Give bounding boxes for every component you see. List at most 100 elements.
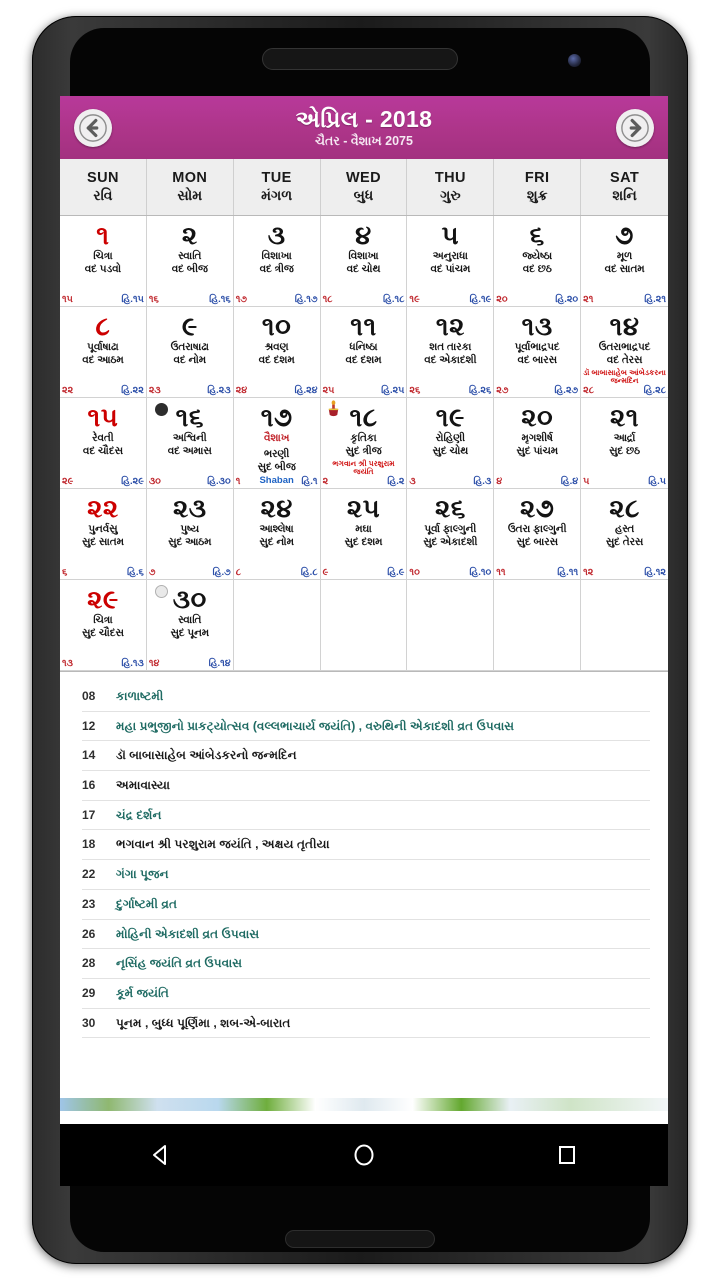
full-moon-icon <box>154 585 168 598</box>
corner-left-number: ૩૦ <box>148 476 161 487</box>
event-row[interactable]: 12 મહા પ્રભુજીનો પ્રાકટ્યોત્સવ (વલ્લભાચાર… <box>82 712 650 742</box>
calendar-day-cell[interactable]: ૨ સ્વાતિ વદ બીજ ૧૬ હિ.૧૬ <box>146 216 234 307</box>
photo-strip <box>60 1098 668 1111</box>
calendar-day-cell[interactable]: ૨૫ મઘા સુદ દશમ ૯ હિ.૯ <box>320 489 408 580</box>
calendar-day-cell[interactable]: ૨૩ પુષ્ય સુદ આઠમ ૭ હિ.૭ <box>146 489 234 580</box>
corner-left-number: ૫ <box>583 476 590 487</box>
corner-left-number: ૨૫ <box>322 385 335 396</box>
event-description: કૂર્મ જયંતિ <box>116 985 169 1000</box>
nakshatra-label: પુષ્ય <box>180 524 200 535</box>
calendar-day-cell[interactable]: ૧૮ કૃતિકા સુદ ત્રીજ ભગવાન શ્રી પરશુરામ જયંત… <box>320 398 408 489</box>
day-number: ૮ <box>95 311 111 341</box>
tithi-label: સુદ ત્રીજ <box>345 445 382 457</box>
calendar-day-cell[interactable]: ૪ વિશાખા વદ ચોથ ૧૮ હિ.૧૮ <box>320 216 408 307</box>
new-moon-icon <box>154 403 168 416</box>
nakshatra-label: ચિત્રા <box>93 251 113 262</box>
calendar-day-cell[interactable]: ૯ ઉતરાષાઢા વદ નોમ ૨૩ હિ.૨૩ <box>146 307 234 398</box>
tithi-label: સુદ ચોથ <box>432 445 469 457</box>
calendar-day-cell[interactable]: ૧૦ શ્રવણ વદ દશમ ૨૪ હિ.૨૪ <box>233 307 321 398</box>
nakshatra-label: શત તારકા <box>429 342 472 353</box>
weekday-label-en: SUN <box>87 169 119 186</box>
event-row[interactable]: 28 નૃસિંહ જયંતિ વ્રત ઉપવાસ <box>82 949 650 979</box>
previous-month-button[interactable] <box>74 108 112 147</box>
calendar-day-cell[interactable]: ૬ જ્યેષ્ઠા વદ છઠ ૨૦ હિ.૨૦ <box>494 216 582 307</box>
calendar-day-cell[interactable]: ૧૭ વૈશાખ ભરણી સુદ બીજ Shaban ૧ હિ.૧ <box>233 398 321 489</box>
event-row[interactable]: 18 ભગવાન શ્રી પરશુરામ જયંતિ , અક્ષય તૃતીય… <box>82 830 650 861</box>
event-row[interactable]: 08 કાળાષ્ટમી <box>82 682 650 712</box>
recents-button[interactable] <box>537 1135 597 1175</box>
corner-right-number: હિ.૩૦ <box>207 476 231 487</box>
event-row[interactable]: 14 ડૉ બાબાસાહેબ આંબેડકરનો જન્મદિન <box>82 741 650 772</box>
calendar-day-cell[interactable]: ૨૭ ઉતરા ફાલ્ગુની સુદ બારસ ૧૧ હિ.૧૧ <box>494 489 582 580</box>
event-date: 08 <box>82 689 96 703</box>
calendar-day-cell[interactable]: ૧ ચિત્રા વદ પડવો ૧૫ હિ.૧૫ <box>60 216 147 307</box>
page-title: એપ્રિલ - 2018 <box>295 105 433 132</box>
nakshatra-label: આશ્લેષા <box>259 524 294 535</box>
corner-right-number: હિ.૧૮ <box>383 294 405 305</box>
calendar-day-cell[interactable]: ૨૦ મૃગશીર્ષ સુદ પાંચમ ૪ હિ.૪ <box>494 398 582 489</box>
event-description: દુર્ગાષ્ટમી વ્રત <box>116 896 178 911</box>
event-description: પૂનમ , બુધ્ધ પૂર્ણિમા , શબ-એ-બારાત <box>116 1015 291 1030</box>
square-recents-icon <box>554 1142 580 1168</box>
nakshatra-label: પુનર્વસુ <box>88 524 118 535</box>
corner-right-number: હિ.૨૦ <box>555 294 579 305</box>
tithi-label: વદ દશમ <box>345 354 382 366</box>
home-button[interactable] <box>334 1135 394 1175</box>
calendar-day-cell[interactable]: ૨૬ પૂર્વા ફાલ્ગુની સુદ એકાદશી ૧૦ હિ.૧૦ <box>407 489 495 580</box>
calendar-day-cell[interactable]: ૨૧ આર્દ્રા સુદ છઠ ૫ હિ.૫ <box>581 398 668 489</box>
corner-right-number: હિ.૨૮ <box>643 385 666 396</box>
tithi-label: વદ બારસ <box>517 354 557 366</box>
calendar-day-cell[interactable]: ૨૨ પુનર્વસુ સુદ સાતમ ૬ હિ.૬ <box>60 489 147 580</box>
tithi-label: સુદ બારસ <box>516 536 558 548</box>
day-number: ૧૩ <box>521 311 553 341</box>
tithi-label: વદ સાતમ <box>604 263 645 275</box>
calendar-day-cell[interactable]: ૧૪ ઉતરાભાદ્રપદ વદ તેરસ ડૉ બાબાસાહેબ આંબેડકર… <box>581 307 668 398</box>
calendar-day-cell[interactable]: ૨૪ આશ્લેષા સુદ નોમ ૮ હિ.૮ <box>233 489 321 580</box>
nakshatra-label: રેવતી <box>92 433 114 444</box>
calendar-empty-cell <box>407 580 495 671</box>
event-row[interactable]: 30 પૂનમ , બુધ્ધ પૂર્ણિમા , શબ-એ-બારાત <box>82 1009 650 1039</box>
corner-right-number: હિ.૧૯ <box>469 294 492 305</box>
nakshatra-label: મૃગશીર્ષ <box>521 433 553 444</box>
event-row[interactable]: 17 ચંદ્ર દર્શન <box>82 801 650 831</box>
corner-left-number: ૧૮ <box>322 294 333 305</box>
calendar-day-cell[interactable]: ૧૩ પૂર્વાભાદ્રપદ વદ બારસ ૨૭ હિ.૨૭ <box>494 307 582 398</box>
calendar-day-cell[interactable]: ૧૫ રેવતી વદ ચૌદસ ૨૯ હિ.૨૯ <box>60 398 147 489</box>
tithi-label: વદ અમાસ <box>167 445 212 457</box>
header-subtitle: ચૈતર - વૈશાખ 2075 <box>315 134 413 148</box>
calendar-day-cell[interactable]: ૭ મૂળ વદ સાતમ ૨૧ હિ.૨૧ <box>581 216 668 307</box>
nakshatra-label: ચિત્રા <box>93 615 113 626</box>
tithi-label: વદ નોમ <box>173 354 207 366</box>
weekday-label-gu: ગુરુ <box>440 187 461 204</box>
corner-left-number: ૨૩ <box>148 385 161 396</box>
corner-left-number: ૧૬ <box>148 294 159 305</box>
tithi-label: વદ ચોથ <box>346 263 381 275</box>
tithi-label: સુદ પૂનમ <box>170 627 210 639</box>
day-number: ૧૪ <box>609 311 640 341</box>
calendar-day-cell[interactable]: ૮ પૂર્વાષાઢા વદ આઠમ ૨૨ હિ.૨૨ <box>60 307 147 398</box>
calendar-day-cell[interactable]: ૨૯ ચિત્રા સુદ ચૌદસ ૧૩ હિ.૧૩ <box>60 580 147 671</box>
calendar-day-cell[interactable]: ૩૦ સ્વાતિ સુદ પૂનમ ૧૪ હિ.૧૪ <box>146 580 234 671</box>
calendar-app: એપ્રિલ - 2018 ચૈતર - વૈશાખ 2075 SUN રવિ MO… <box>60 96 668 1111</box>
nakshatra-label: વિશાખા <box>261 251 292 262</box>
event-row[interactable]: 16 અમાવાસ્યા <box>82 771 650 801</box>
calendar-day-cell[interactable]: ૩ વિશાખા વદ ત્રીજ ૧૭ હિ.૧૭ <box>233 216 321 307</box>
event-row[interactable]: 26 મોહિની એકાદશી વ્રત ઉપવાસ <box>82 920 650 950</box>
nakshatra-label: ઉતરાષાઢા <box>170 342 209 353</box>
calendar-empty-cell <box>494 580 582 671</box>
event-row[interactable]: 29 કૂર્મ જયંતિ <box>82 979 650 1009</box>
weekday-label-en: WED <box>345 169 381 186</box>
calendar-empty-cell <box>581 580 668 671</box>
calendar-day-cell[interactable]: ૧૬ અશ્વિની વદ અમાસ ૩૦ હિ.૩૦ <box>146 398 234 489</box>
tithi-label: વદ એકાદશી <box>424 354 477 366</box>
event-row[interactable]: 23 દુર્ગાષ્ટમી વ્રત <box>82 890 650 920</box>
event-row[interactable]: 22 ગંગા પૂજન <box>82 860 650 890</box>
day-number: ૬ <box>529 220 545 250</box>
calendar-day-cell[interactable]: ૫ અનુરાધા વદ પાંચમ ૧૯ હિ.૧૯ <box>407 216 495 307</box>
calendar-day-cell[interactable]: ૧૨ શત તારકા વદ એકાદશી ૨૬ હિ.૨૬ <box>407 307 495 398</box>
next-month-button[interactable] <box>616 108 654 147</box>
calendar-day-cell[interactable]: ૨૮ હસ્ત સુદ તેરસ ૧૨ હિ.૧૨ <box>581 489 668 580</box>
back-button[interactable] <box>131 1135 191 1175</box>
calendar-day-cell[interactable]: ૧૯ રોહિણી સુદ ચોથ ૩ હિ.૩ <box>407 398 495 489</box>
calendar-day-cell[interactable]: ૧૧ ધનિષ્ઠા વદ દશમ ૨૫ હિ.૨૫ <box>320 307 408 398</box>
